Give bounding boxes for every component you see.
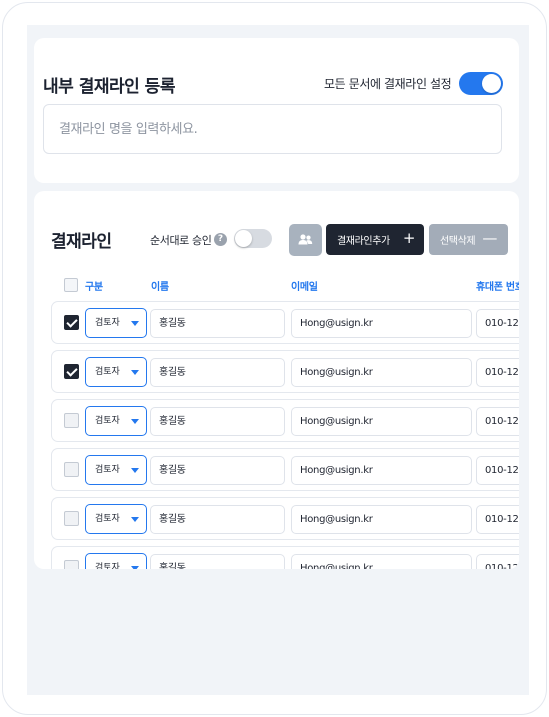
select-all-checkbox[interactable] [64, 278, 78, 292]
header-phone: 휴대폰 번호 [476, 282, 519, 293]
phone-field[interactable]: 010-123 [476, 456, 519, 485]
register-title: 내부 결재라인 등록 [43, 77, 175, 97]
row-checkbox[interactable] [64, 315, 79, 330]
role-select[interactable]: 검토자 [85, 504, 147, 534]
table-row: 검토자 홍길동 Hong@usign.kr 010-123 [51, 301, 519, 344]
dropdown-caret-icon [131, 517, 139, 522]
table-row: 검토자 홍길동 Hong@usign.kr 010-123 [51, 350, 519, 393]
help-icon[interactable]: ? [214, 233, 227, 246]
role-select[interactable]: 검토자 [85, 406, 147, 436]
add-button-label: 결재라인추가 [337, 236, 390, 247]
dropdown-caret-icon [131, 321, 139, 326]
phone-field[interactable]: 010-123 [476, 505, 519, 534]
minus-icon: — [482, 229, 497, 247]
role-value: 검토자 [95, 563, 120, 569]
sequential-approval-toggle[interactable] [234, 229, 272, 248]
email-field[interactable]: Hong@usign.kr [291, 358, 472, 387]
phone-field[interactable]: 010-123 [476, 407, 519, 436]
role-select[interactable]: 검토자 [85, 308, 147, 338]
dropdown-caret-icon [131, 419, 139, 424]
phone-field[interactable]: 010-123 [476, 309, 519, 338]
table-row: 검토자 홍길동 Hong@usign.kr 010-123 [51, 497, 519, 540]
approval-line-card: 결재라인 순서대로 승인 ? 결재라인추가 + 선택삭제 — 구분 이름 이메일… [34, 191, 519, 569]
name-field[interactable]: 홍길동 [150, 505, 285, 534]
group-users-icon [298, 234, 313, 245]
role-value: 검토자 [95, 318, 120, 328]
header-email: 이메일 [291, 282, 318, 293]
screen: 내부 결재라인 등록 모든 문서에 결재라인 설정 결재라인 순서대로 승인 ?… [27, 25, 529, 695]
name-field[interactable]: 홍길동 [150, 358, 285, 387]
device-frame: 내부 결재라인 등록 모든 문서에 결재라인 설정 결재라인 순서대로 승인 ?… [2, 2, 547, 715]
table-row: 검토자 홍길동 Hong@usign.kr 010-123 [51, 448, 519, 491]
sequential-approval-label: 순서대로 승인 [150, 234, 212, 247]
row-checkbox[interactable] [64, 364, 79, 379]
phone-field[interactable]: 010-123 [476, 554, 519, 569]
apply-all-label: 모든 문서에 결재라인 설정 [324, 77, 452, 91]
plus-icon: + [402, 229, 416, 247]
header-name: 이름 [151, 282, 169, 293]
name-field[interactable]: 홍길동 [150, 309, 285, 338]
name-field[interactable]: 홍길동 [150, 554, 285, 569]
row-checkbox[interactable] [64, 511, 79, 526]
name-field[interactable]: 홍길동 [150, 456, 285, 485]
role-value: 검토자 [95, 367, 120, 377]
delete-button-label: 선택삭제 [440, 236, 476, 247]
email-field[interactable]: Hong@usign.kr [291, 309, 472, 338]
dropdown-caret-icon [131, 566, 139, 569]
role-select[interactable]: 검토자 [85, 553, 147, 569]
role-value: 검토자 [95, 465, 120, 475]
approval-line-name-input[interactable] [43, 104, 502, 154]
email-field[interactable]: Hong@usign.kr [291, 407, 472, 436]
dropdown-caret-icon [131, 370, 139, 375]
email-field[interactable]: Hong@usign.kr [291, 456, 472, 485]
dropdown-caret-icon [131, 468, 139, 473]
table-row: 검토자 홍길동 Hong@usign.kr 010-123 [51, 399, 519, 442]
row-checkbox[interactable] [64, 413, 79, 428]
group-users-button[interactable] [289, 224, 322, 256]
role-select[interactable]: 검토자 [85, 455, 147, 485]
email-field[interactable]: Hong@usign.kr [291, 505, 472, 534]
approval-line-title: 결재라인 [51, 232, 112, 252]
apply-all-toggle[interactable] [459, 72, 503, 95]
phone-field[interactable]: 010-123 [476, 358, 519, 387]
name-field[interactable]: 홍길동 [150, 407, 285, 436]
row-checkbox[interactable] [64, 462, 79, 477]
add-approval-line-button[interactable]: 결재라인추가 + [326, 224, 424, 255]
delete-selected-button[interactable]: 선택삭제 — [429, 224, 508, 255]
email-field[interactable]: Hong@usign.kr [291, 554, 472, 569]
row-checkbox[interactable] [64, 560, 79, 569]
role-value: 검토자 [95, 416, 120, 426]
role-select[interactable]: 검토자 [85, 357, 147, 387]
toggle-knob [235, 230, 252, 247]
header-role: 구분 [85, 282, 103, 293]
table-row: 검토자 홍길동 Hong@usign.kr 010-123 [51, 546, 519, 569]
toggle-knob [482, 74, 501, 93]
role-value: 검토자 [95, 514, 120, 524]
